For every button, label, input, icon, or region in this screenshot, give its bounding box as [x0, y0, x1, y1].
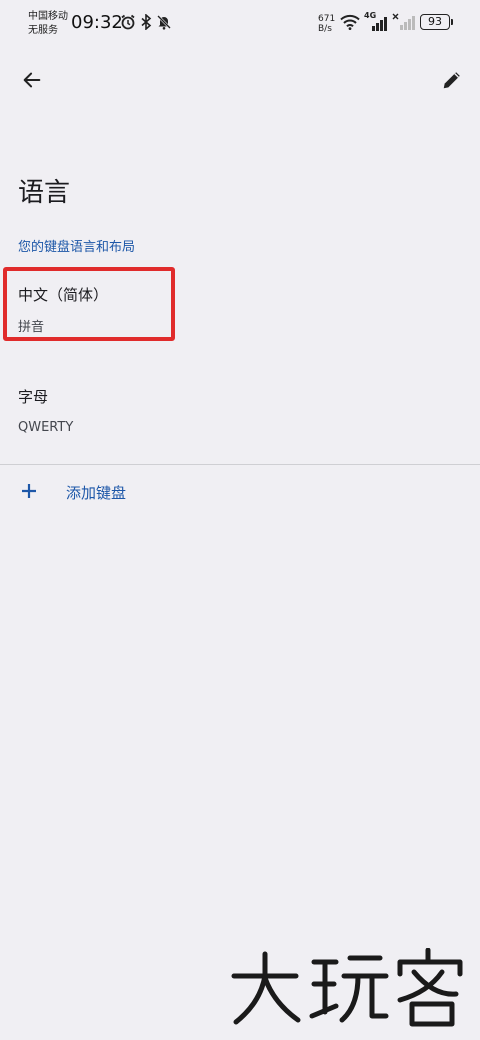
plus-icon [18, 480, 40, 502]
arrow-back-icon [21, 69, 43, 95]
network-speed: 671 B/s [318, 14, 335, 34]
back-button[interactable] [12, 62, 52, 102]
pencil-edit-icon [441, 69, 463, 95]
add-keyboard-button[interactable]: 添加键盘 [0, 472, 480, 512]
watermark-logo [228, 947, 468, 1028]
network-speed-unit: B/s [318, 24, 332, 34]
carrier-info: 中国移动 无服务 [28, 10, 68, 38]
keyboard-title: 字母 [18, 388, 49, 406]
divider [0, 464, 480, 465]
no-signal-icon [392, 13, 416, 35]
highlight-annotation-box [3, 267, 175, 341]
section-header: 您的键盘语言和布局 [18, 240, 136, 255]
page-title: 语言 [18, 178, 71, 208]
status-clock: 09:32 [71, 12, 123, 33]
bluetooth-icon [140, 13, 152, 34]
mute-bell-icon [156, 14, 172, 34]
battery-indicator: 93 [420, 14, 453, 30]
signal-strength-icon [366, 16, 388, 35]
add-keyboard-label: 添加键盘 [66, 484, 127, 502]
keyboard-layout: QWERTY [18, 420, 74, 435]
network-speed-value: 671 [318, 14, 336, 24]
edit-button[interactable] [432, 62, 472, 102]
status-bar: 中国移动 无服务 09:32 671 B/s 4G 93 [0, 0, 480, 46]
alarm-icon [120, 14, 136, 34]
service-status: 无服务 [28, 25, 58, 36]
wifi-icon [340, 14, 360, 34]
carrier-name: 中国移动 [28, 11, 68, 22]
keyboard-item-alphabet[interactable]: 字母 QWERTY [0, 370, 480, 450]
